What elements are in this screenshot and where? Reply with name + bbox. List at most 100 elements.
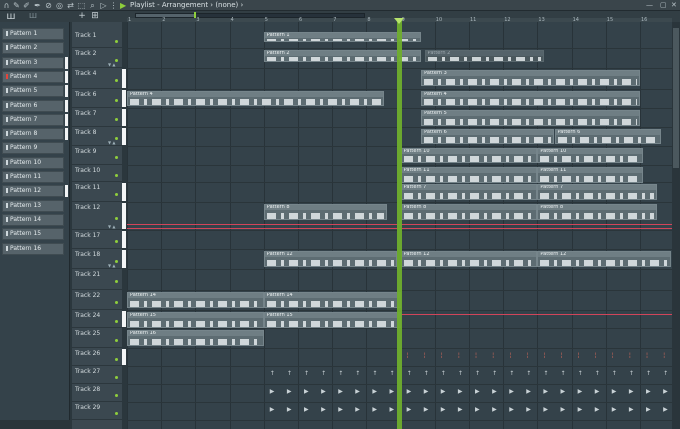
track-mute-led[interactable] [115,40,118,43]
drum-hit[interactable]: ▶ [475,388,485,398]
drum-hit[interactable]: ↑ [458,370,468,380]
track-header[interactable]: Track 1 [72,30,122,48]
track-header[interactable]: Track 6 [72,89,122,108]
pattern-clip[interactable]: Pattern 8 [537,204,658,220]
drum-hit[interactable]: ¦ [578,352,588,362]
track-resize-icon[interactable]: ▼ ▲ [108,263,115,268]
drum-hit[interactable]: ¦ [458,352,468,362]
track-resize-icon[interactable]: ▼ ▲ [108,224,115,229]
delete-icon[interactable]: ⊘ [44,1,53,10]
drum-hit[interactable]: ▶ [646,406,656,416]
drum-hit[interactable]: ▶ [526,406,536,416]
track-header[interactable]: Track 29 [72,402,122,420]
drum-hit[interactable]: ▶ [663,388,672,398]
drum-hit[interactable]: ¦ [646,352,656,362]
pattern-clip[interactable]: Pattern 7 [537,184,658,200]
drum-hit[interactable]: ↑ [595,370,605,380]
maximize-icon[interactable]: ▢ [660,1,667,9]
drum-hit[interactable]: ¦ [492,352,502,362]
drum-hit[interactable]: ▶ [526,388,536,398]
track-mute-led[interactable] [115,320,118,323]
drum-hit[interactable]: ▶ [424,406,434,416]
drum-hit[interactable]: ¦ [561,352,571,362]
drum-hit[interactable]: ↑ [561,370,571,380]
drum-hit[interactable]: ↑ [629,370,639,380]
drum-hit[interactable]: ▶ [338,406,348,416]
track-header[interactable]: Track 10 [72,165,122,182]
track-header[interactable]: Track 21 [72,269,122,290]
drum-hit[interactable]: ¦ [663,352,672,362]
pattern-clip[interactable]: Pattern 2 [424,50,545,62]
pattern-clip[interactable]: Pattern 7 [400,184,538,200]
pattern-clip[interactable]: Pattern 12 [400,251,538,267]
track-mute-led[interactable] [115,358,118,361]
drum-hit[interactable]: ↑ [424,370,434,380]
mute-icon[interactable]: ◎ [55,1,64,10]
drum-hit[interactable]: ▶ [543,406,553,416]
track-mute-led[interactable] [115,174,118,177]
track-mute-led[interactable] [115,412,118,415]
pattern-clip[interactable]: Pattern 11 [537,167,644,183]
pattern-clip[interactable]: Pattern 6 [421,129,555,144]
drum-hit[interactable]: ▶ [509,388,519,398]
select-icon[interactable]: ⬚ [77,1,86,10]
drum-hit[interactable]: ¦ [475,352,485,362]
track-mute-led[interactable] [115,156,118,159]
drum-hit[interactable]: ¦ [595,352,605,362]
pattern-clip[interactable]: Pattern 4 [127,91,384,106]
paint-brush-icon[interactable]: ✒ [33,1,42,10]
track-mute-led[interactable] [115,376,118,379]
drum-hit[interactable]: ▶ [595,388,605,398]
picker-item[interactable]: Pattern 3 [2,56,64,69]
picker-item[interactable]: Pattern 12 [2,185,64,198]
track-header[interactable]: Track 24 [72,310,122,328]
track-mute-led[interactable] [115,193,118,196]
drum-hit[interactable]: ▶ [287,406,297,416]
picker-item[interactable]: Pattern 6 [2,99,64,112]
picker-item[interactable]: Pattern 11 [2,171,64,183]
track-resize-icon[interactable]: ▼ ▲ [108,140,115,145]
pattern-clip[interactable]: Pattern 12 [537,251,671,267]
drum-hit[interactable]: ▶ [304,388,314,398]
drum-hit[interactable]: ↑ [287,370,297,380]
drum-hit[interactable]: ¦ [509,352,519,362]
drum-hit[interactable]: ▶ [492,388,502,398]
track-mute-led[interactable] [115,260,118,263]
pattern-clip[interactable]: Pattern 6 [554,129,661,144]
drum-hit[interactable]: ↑ [270,370,280,380]
magnet-icon[interactable]: ∩ [2,1,11,10]
zoom-icon[interactable]: ⌕ [88,1,97,10]
playhead[interactable] [397,18,402,429]
drum-hit[interactable]: ▶ [424,388,434,398]
drum-hit[interactable]: ↑ [304,370,314,380]
drum-hit[interactable]: ↑ [543,370,553,380]
drum-hit[interactable]: ¦ [612,352,622,362]
slip-icon[interactable]: ⇄ [66,1,75,10]
pattern-clip[interactable]: Pattern 5 [421,110,640,126]
track-header[interactable]: Track 18 ▼ ▲ [72,249,122,269]
drum-hit[interactable]: ▶ [646,388,656,398]
drum-hit[interactable]: ▶ [355,406,365,416]
scrollbar-thumb[interactable] [136,14,196,17]
drum-hit[interactable]: ▶ [509,406,519,416]
drum-hit[interactable]: ↑ [441,370,451,380]
drum-hit[interactable]: ↑ [612,370,622,380]
drum-hit[interactable]: ↑ [475,370,485,380]
drum-hit[interactable]: ▶ [578,406,588,416]
picker-item[interactable]: Pattern 4 [2,70,64,83]
drum-hit[interactable]: ↑ [338,370,348,380]
drum-hit[interactable]: ▶ [612,406,622,416]
close-icon[interactable]: ✕ [671,1,677,9]
stretch-icon[interactable]: ⋮ [109,1,118,10]
drum-hit[interactable]: ▶ [561,406,571,416]
picker-item[interactable]: Pattern 1 [2,28,64,40]
drum-hit[interactable]: ▶ [441,388,451,398]
track-header[interactable]: Track 26 [72,348,122,366]
drum-hit[interactable]: ▶ [441,406,451,416]
drum-hit[interactable]: ▶ [407,406,417,416]
track-header[interactable]: Track 12 ▼ ▲ [72,202,122,230]
track-header[interactable]: Track 25 [72,328,122,348]
picker-item[interactable]: Pattern 8 [2,128,64,141]
pattern-clip[interactable]: Pattern 15 [127,312,264,328]
pattern-clip[interactable]: Pattern 16 [127,330,264,346]
